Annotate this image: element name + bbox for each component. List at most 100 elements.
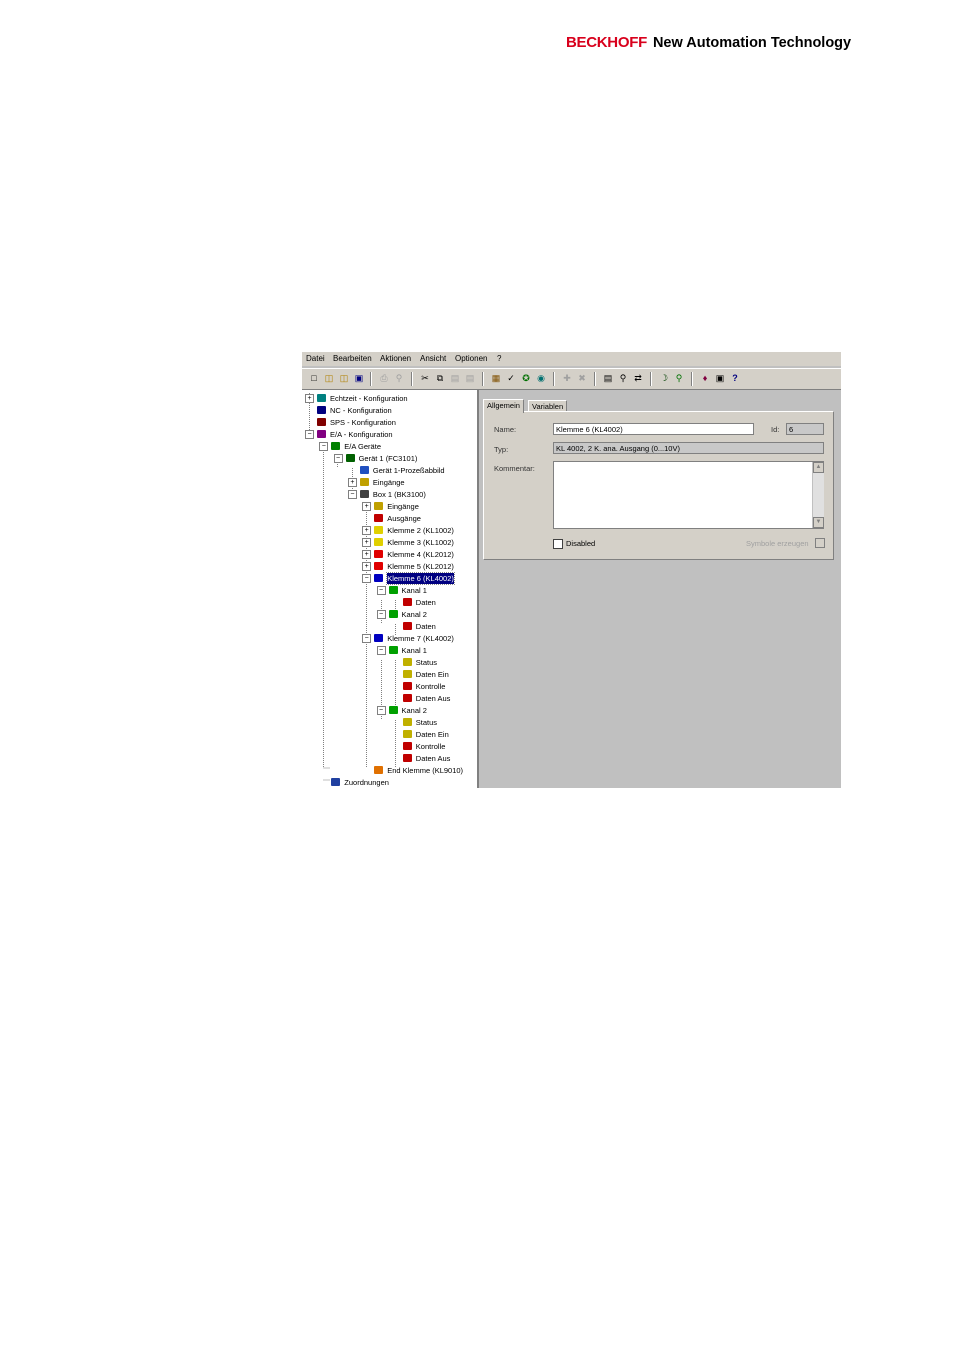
help-icon[interactable]: ? [729,372,741,384]
tree-item[interactable]: − Kanal 1 [302,645,477,656]
print-preview-icon[interactable]: ⚲ [393,372,405,384]
comment-scrollbar[interactable]: ▲ ▼ [812,462,824,528]
tree-item-label[interactable]: Eingänge [387,501,419,512]
tree-item[interactable]: − Klemme 6 (KL4002) [302,572,477,585]
network-icon[interactable]: ☽ [658,372,670,384]
expand-icon[interactable]: + [362,526,372,535]
collapse-icon[interactable]: − [376,706,386,715]
tree-item-label[interactable]: Klemme 3 (KL1002) [387,537,454,548]
tree-item[interactable]: − Kanal 2 [302,609,477,620]
tree-item-label[interactable]: Gerät 1 (FC3101) [359,453,418,464]
tree-item[interactable]: Status [302,717,477,728]
tree-item[interactable]: Daten [302,621,477,632]
tree-item[interactable]: Kontrolle [302,741,477,752]
menu-help[interactable]: ? [497,354,501,363]
choose-target-icon[interactable]: ◉ [535,372,547,384]
tree-item[interactable]: Daten [302,597,477,608]
copy-icon[interactable]: ⧉ [434,372,446,384]
tree-item[interactable]: Daten Aus [302,753,477,764]
tree-item-label[interactable]: Zuordnungen [344,777,389,788]
tree-item[interactable]: NC - Konfiguration [302,405,477,416]
paste-icon[interactable]: ▤ [449,372,461,384]
tree-item-label[interactable]: Daten Aus [416,693,451,704]
tree-item[interactable]: + Klemme 4 (KL2012) [302,549,477,560]
add-icon[interactable]: ✚ [561,372,573,384]
menu-aktionen[interactable]: Aktionen [380,354,411,363]
tree-item-label[interactable]: Daten [416,597,436,608]
tree-item[interactable]: Status [302,657,477,668]
activate-config-icon[interactable]: ▦ [490,372,502,384]
tree-item[interactable]: − E/A - Konfiguration [302,429,477,440]
collapse-icon[interactable]: − [376,646,386,655]
collapse-icon[interactable]: − [362,634,372,643]
expand-icon[interactable]: + [305,394,314,403]
tree-item[interactable]: − Kanal 2 [302,705,477,716]
tree-item[interactable]: Kontrolle [302,681,477,692]
tree-item-label[interactable]: Echtzeit - Konfiguration [330,393,408,404]
tree-item[interactable]: + Eingänge [302,501,477,512]
scroll-up-icon[interactable]: ▲ [813,462,824,473]
expand-icon[interactable]: + [347,478,357,487]
search-icon[interactable]: ⚲ [617,372,629,384]
tree-item-label[interactable]: Daten Ein [416,669,449,680]
menu-datei[interactable]: Datei [306,354,325,363]
tab-allgemein[interactable]: Allgemein [483,399,524,413]
scan-icon[interactable]: ⚲ [673,372,685,384]
tree-item-label[interactable]: Klemme 4 (KL2012) [387,549,454,560]
tree-item[interactable]: + Klemme 2 (KL1002) [302,525,477,536]
tree-item-label[interactable]: Kanal 1 [402,645,427,656]
goto-icon[interactable]: ⇄ [632,372,644,384]
tree-item-label[interactable]: Kanal 2 [402,609,427,620]
expand-icon[interactable]: + [362,562,372,571]
tree-item-label[interactable]: End Klemme (KL9010) [387,765,463,776]
collapse-icon[interactable]: − [319,442,329,451]
print-icon[interactable]: ⎙ [378,372,390,384]
tree-item-label[interactable]: E/A Geräte [344,441,381,452]
collapse-icon[interactable]: − [347,490,357,499]
tree-item[interactable]: Zuordnungen [302,777,477,788]
disabled-checkbox[interactable] [553,539,563,549]
tree-item-label[interactable]: Eingänge [373,477,405,488]
tree-item-label[interactable]: Klemme 5 (KL2012) [387,561,454,572]
tree-item[interactable]: Daten Aus [302,693,477,704]
tree-item-label[interactable]: Klemme 6 (KL4002) [386,572,455,585]
paste-special-icon[interactable]: ▤ [464,372,476,384]
book-icon[interactable]: ♦ [699,372,711,384]
tree-item-label[interactable]: Status [416,657,437,668]
tree-item[interactable]: − Gerät 1 (FC3101) [302,453,477,464]
new-icon[interactable]: □ [308,372,320,384]
tree-item-label[interactable]: Klemme 7 (KL4002) [387,633,454,644]
tree-item[interactable]: + Echtzeit - Konfiguration [302,393,477,404]
tree-item[interactable]: Ausgänge [302,513,477,524]
expand-icon[interactable]: + [362,538,372,547]
tree-item[interactable]: − Kanal 1 [302,585,477,596]
tree-item-label[interactable]: Daten Aus [416,753,451,764]
tree-item-label[interactable]: NC - Konfiguration [330,405,392,416]
tree-item[interactable]: − E/A Geräte [302,441,477,452]
info-icon[interactable]: ▣ [714,372,726,384]
tree-item-label[interactable]: Box 1 (BK3100) [373,489,426,500]
tree-item[interactable]: − Klemme 7 (KL4002) [302,633,477,644]
tree-item[interactable]: Daten Ein [302,729,477,740]
collapse-icon[interactable]: − [305,430,314,439]
open-icon[interactable]: ◫ [323,372,335,384]
expand-icon[interactable]: + [362,550,372,559]
tree-item[interactable]: Gerät 1-Prozeßabbild [302,465,477,476]
open-folder-icon[interactable]: ◫ [338,372,350,384]
tree-item-label[interactable]: Kontrolle [416,741,446,752]
tree-item[interactable]: − Box 1 (BK3100) [302,489,477,500]
save-icon[interactable]: ▣ [353,372,365,384]
tree-item[interactable]: + Klemme 5 (KL2012) [302,561,477,572]
tree-item-label[interactable]: Kontrolle [416,681,446,692]
delete-icon[interactable]: ✖ [576,372,588,384]
tree-item-label[interactable]: Status [416,717,437,728]
collapse-icon[interactable]: − [376,610,386,619]
tree-item-label[interactable]: Kanal 1 [402,585,427,596]
properties-icon[interactable]: ▤ [602,372,614,384]
tree-item[interactable]: Daten Ein [302,669,477,680]
name-field[interactable]: Klemme 6 (KL4002) [553,423,754,435]
collapse-icon[interactable]: − [333,454,343,463]
tree-item-label[interactable]: E/A - Konfiguration [330,429,393,440]
tree-item-label[interactable]: Daten Ein [416,729,449,740]
menu-ansicht[interactable]: Ansicht [420,354,446,363]
